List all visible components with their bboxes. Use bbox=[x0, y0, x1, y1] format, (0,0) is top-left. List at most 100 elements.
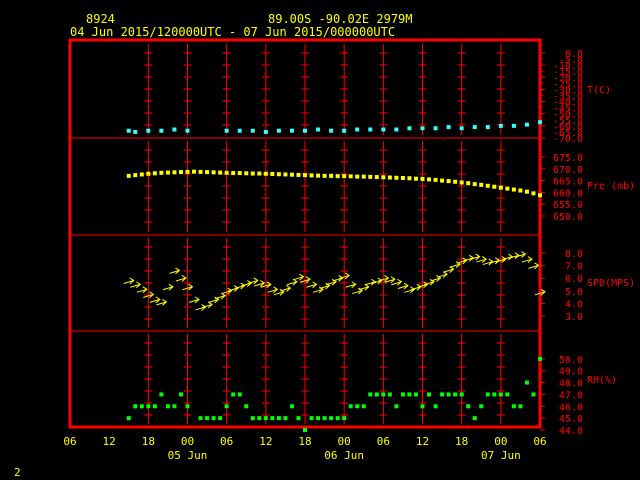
temperature-point bbox=[303, 128, 307, 133]
pressure-point bbox=[192, 169, 197, 174]
humidity-point bbox=[538, 356, 542, 361]
pressure-point bbox=[387, 175, 392, 180]
temperature-point bbox=[420, 126, 425, 131]
pressure-point bbox=[472, 182, 477, 187]
meteogram-figure: 8924 89.00S -90.02E 2979M 04 Jun 2015/12… bbox=[0, 0, 640, 480]
pressure-point bbox=[348, 174, 353, 179]
pressure-point bbox=[440, 178, 445, 183]
temperature-point bbox=[133, 129, 138, 134]
pressure-point bbox=[146, 171, 151, 176]
panel-name: T(C) bbox=[587, 85, 611, 96]
pressure-point bbox=[518, 188, 523, 193]
humidity-point bbox=[329, 416, 334, 421]
humidity-point bbox=[198, 416, 203, 421]
temperature-point bbox=[172, 127, 177, 132]
pressure-point bbox=[309, 173, 314, 178]
humidity-point bbox=[165, 404, 170, 409]
humidity-point bbox=[237, 392, 242, 397]
humidity-point bbox=[368, 392, 373, 397]
humidity-point bbox=[498, 392, 503, 397]
humidity-point bbox=[433, 404, 438, 409]
y-tick-label: 650.0 bbox=[553, 212, 583, 223]
pressure-point bbox=[433, 177, 438, 182]
humidity-point bbox=[407, 392, 412, 397]
x-tick-label: 06 bbox=[220, 435, 233, 448]
pressure-point bbox=[205, 170, 210, 175]
humidity-point bbox=[172, 404, 177, 409]
pressure-point bbox=[237, 171, 242, 176]
x-tick-label: 00 bbox=[181, 435, 194, 448]
humidity-point bbox=[524, 380, 529, 385]
y-tick-label: -25.0 bbox=[553, 79, 583, 90]
humidity-point bbox=[185, 404, 190, 409]
temperature-point bbox=[394, 127, 399, 132]
pressure-point bbox=[394, 175, 399, 180]
humidity-point bbox=[420, 404, 425, 409]
station-id: 8924 bbox=[86, 12, 115, 26]
temperature-point bbox=[185, 128, 190, 133]
y-tick-label: 48.0 bbox=[559, 379, 583, 390]
pressure-point bbox=[289, 172, 294, 177]
pressure-point bbox=[224, 170, 229, 175]
pressure-point bbox=[329, 173, 334, 178]
pressure-point bbox=[446, 179, 451, 184]
pressure-point bbox=[498, 185, 503, 190]
panel-name: Pre (mb) bbox=[587, 181, 635, 192]
pressure-point bbox=[185, 169, 190, 174]
temperature-point bbox=[485, 125, 490, 130]
pressure-point bbox=[322, 173, 327, 178]
pressure-point bbox=[400, 176, 405, 181]
pressure-point bbox=[198, 169, 203, 174]
pressure-point bbox=[479, 182, 484, 187]
humidity-point bbox=[283, 416, 288, 421]
pressure-point bbox=[231, 171, 236, 176]
pressure-point bbox=[244, 171, 249, 176]
humidity-point bbox=[400, 392, 405, 397]
x-tick-label: 06 bbox=[63, 435, 76, 448]
humidity-point bbox=[231, 392, 236, 397]
pressure-point bbox=[211, 170, 216, 175]
temperature-point bbox=[381, 127, 386, 132]
x-tick-label: 06 bbox=[533, 435, 546, 448]
x-tick-label: 00 bbox=[338, 435, 351, 448]
humidity-point bbox=[316, 416, 321, 421]
pressure-point bbox=[524, 189, 529, 194]
humidity-point bbox=[296, 416, 301, 421]
pressure-point bbox=[361, 174, 366, 179]
humidity-point bbox=[440, 392, 445, 397]
humidity-point bbox=[159, 392, 164, 397]
humidity-point bbox=[511, 404, 516, 409]
y-tick-label: -15.0 bbox=[553, 67, 583, 78]
humidity-point bbox=[178, 392, 183, 397]
pressure-point bbox=[165, 170, 170, 175]
pressure-point bbox=[296, 172, 301, 177]
temperature-point bbox=[126, 128, 131, 133]
temperature-point bbox=[224, 128, 229, 133]
x-tick-label: 12 bbox=[416, 435, 429, 448]
meteogram-chart: 8924 89.00S -90.02E 2979M 04 Jun 2015/12… bbox=[0, 0, 640, 480]
y-tick-label: 7.0 bbox=[565, 262, 583, 273]
pressure-point bbox=[453, 179, 458, 184]
humidity-point bbox=[322, 416, 327, 421]
humidity-point bbox=[257, 416, 262, 421]
y-tick-label: 660.0 bbox=[553, 188, 583, 199]
temperature-point bbox=[498, 123, 503, 128]
y-tick-label: 50.0 bbox=[559, 355, 583, 366]
y-tick-label: 5.0 bbox=[565, 287, 583, 298]
pressure-point bbox=[257, 171, 262, 176]
pressure-point bbox=[263, 171, 268, 176]
humidity-point bbox=[263, 416, 268, 421]
humidity-point bbox=[146, 404, 151, 409]
temperature-point bbox=[250, 128, 255, 133]
humidity-point bbox=[152, 404, 157, 409]
pressure-point bbox=[492, 184, 497, 189]
humidity-point bbox=[139, 404, 144, 409]
y-tick-label: -35.0 bbox=[553, 92, 583, 103]
time-period: 04 Jun 2015/120000UTC - 07 Jun 2015/0000… bbox=[70, 25, 395, 39]
humidity-point bbox=[374, 392, 379, 397]
y-tick-label: -55.0 bbox=[553, 116, 583, 127]
humidity-point bbox=[387, 392, 392, 397]
humidity-point bbox=[211, 416, 216, 421]
temperature-point bbox=[289, 128, 294, 133]
temperature-point bbox=[446, 125, 451, 130]
